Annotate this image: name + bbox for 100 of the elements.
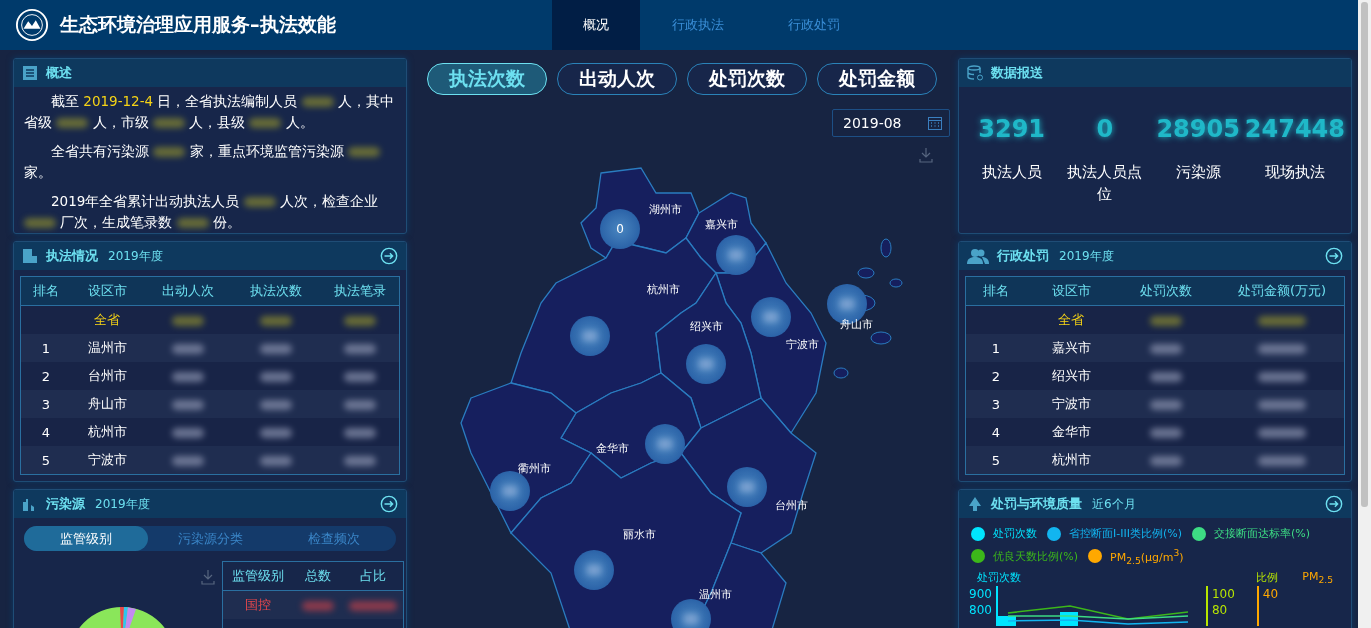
calendar-icon [927, 115, 943, 131]
column-header: 执法次数 [248, 282, 303, 300]
city-cell-text: 宁波市 [1050, 395, 1092, 413]
blurred-value [1258, 316, 1306, 326]
city-label: 丽水市 [622, 526, 656, 542]
axis-title: 比例 [1256, 569, 1279, 586]
city-cell-text: 杭州市 [1050, 451, 1092, 469]
blurred-value [1258, 372, 1306, 382]
city-cell-text: 绍兴市 [1050, 367, 1092, 385]
legend-label[interactable]: 交接断面达标率(%) [1214, 526, 1311, 541]
city-label: 台州市 [774, 497, 808, 513]
column-header: 设区市 [1050, 282, 1092, 300]
city-label: 绍兴市 [689, 318, 723, 334]
stat-value: 3291 [978, 115, 1046, 145]
rank-cell-text: 4 [40, 424, 52, 440]
rank-cell-text: 2 [990, 368, 1002, 384]
segment-tab[interactable]: 监管级别 [24, 526, 148, 551]
blurred-value [259, 372, 292, 382]
metric-button[interactable]: 处罚金额 [817, 63, 937, 95]
blurred-value [172, 456, 204, 466]
panel-title: 执法情况 [46, 247, 98, 265]
blurred-value [1258, 456, 1306, 466]
axis-title: 处罚次数 [977, 569, 1021, 586]
city-label: 宁波市 [785, 336, 819, 352]
level-cell-text: 国控 [244, 596, 272, 614]
blurred-value [1150, 372, 1182, 382]
blurred-value [172, 316, 204, 326]
panel-title: 数据报送 [991, 64, 1043, 82]
panel-subtitle: 近6个月 [1092, 495, 1136, 513]
panel-title: 概述 [46, 64, 72, 82]
blurred-value [344, 372, 376, 382]
stat-label: 现场执法 [1263, 162, 1326, 183]
rank-cell-text: 3 [990, 396, 1002, 412]
blurred-value [1258, 428, 1306, 438]
rank-cell-text: 5 [40, 452, 52, 468]
panel-subtitle: 2019年度 [1059, 247, 1114, 265]
stat-label: 执法人员点位 [1066, 162, 1144, 205]
panel-title: 行政处罚 [997, 247, 1049, 265]
city-cell-text: 全省 [1057, 311, 1085, 329]
legend-label[interactable]: 优良天数比例(%) [993, 548, 1079, 564]
nav-tab[interactable]: 行政执法 [640, 0, 756, 50]
blurred-value [1150, 344, 1182, 354]
stat-value: 28905 [1156, 115, 1240, 145]
app-title: 生态环境治理应用服务–执法效能 [60, 12, 337, 37]
panel-subtitle: 2019年度 [95, 495, 150, 513]
emblem-logo-icon [15, 8, 49, 42]
city-cell-text: 宁波市 [86, 451, 128, 469]
blurred-value [344, 316, 376, 326]
axis-tick-label: 80 [1211, 601, 1229, 618]
city-label: 舟山市 [839, 316, 873, 332]
axis-tick-label: 800 [969, 601, 992, 618]
metric-button[interactable]: 出动人次 [557, 63, 677, 95]
blurred-value [259, 400, 292, 410]
city-cell-text: 温州市 [86, 339, 128, 357]
blurred-value [172, 372, 204, 382]
axis-tick-label: 40 [1262, 585, 1279, 602]
axis-tick-label: 900 [969, 585, 992, 602]
legend-label[interactable]: 处罚次数 [993, 526, 1037, 541]
metric-button[interactable]: 执法次数 [427, 63, 547, 95]
city-cell-text: 杭州市 [86, 423, 128, 441]
scrollbar[interactable] [1358, 0, 1371, 628]
legend-label[interactable]: 省控断面I-III类比例(%) [1069, 526, 1182, 541]
city-label: 温州市 [698, 586, 732, 602]
city-label: 杭州市 [646, 281, 680, 297]
download-icon[interactable] [200, 569, 216, 585]
city-cell-text: 全省 [93, 311, 121, 329]
metric-button[interactable]: 处罚次数 [687, 63, 807, 95]
blurred-value [344, 344, 376, 354]
city-label: 嘉兴市 [704, 216, 738, 232]
stat-value: 0 [1096, 115, 1114, 145]
blurred-value [259, 456, 292, 466]
list-icon [22, 65, 38, 81]
rank-cell-text: 2 [40, 368, 52, 384]
rank-cell-text: 3 [40, 396, 52, 412]
nav-tab[interactable]: 行政处罚 [756, 0, 872, 50]
blurred-value [172, 344, 204, 354]
nav-tab[interactable]: 概况 [552, 0, 640, 50]
column-header: 监管级别 [231, 567, 285, 585]
blurred-value [1150, 400, 1182, 410]
blurred-value [344, 400, 376, 410]
database-icon [967, 65, 983, 81]
rank-cell-text: 5 [990, 452, 1002, 468]
column-header: 排名 [982, 282, 1010, 300]
download-icon[interactable] [918, 147, 934, 163]
rank-cell-text: 1 [40, 340, 52, 356]
panel-title: 处罚与环境质量 [991, 495, 1082, 513]
month-picker[interactable]: 2019-08 [832, 109, 950, 137]
stat-label: 执法人员 [980, 162, 1043, 183]
blurred-value [172, 400, 204, 410]
overview-paragraph: 2019年全省累计出动执法人员 人次，检查企业 厂次，生成笔录数 份。 [24, 191, 398, 233]
blurred-value [344, 428, 376, 438]
axis-title: PM$_{2.5}$ [1302, 569, 1333, 586]
column-header: 排名 [32, 282, 60, 300]
legend-label[interactable]: PM$_{2.5}$(μg/m$^{3}$) [1110, 547, 1184, 566]
stat-label: 污染源 [1174, 162, 1222, 183]
city-cell-text: 金华市 [1050, 423, 1092, 441]
blurred-value [259, 316, 292, 326]
blurred-value [259, 344, 292, 354]
blurred-value [1150, 316, 1182, 326]
city-label: 金华市 [595, 440, 629, 456]
